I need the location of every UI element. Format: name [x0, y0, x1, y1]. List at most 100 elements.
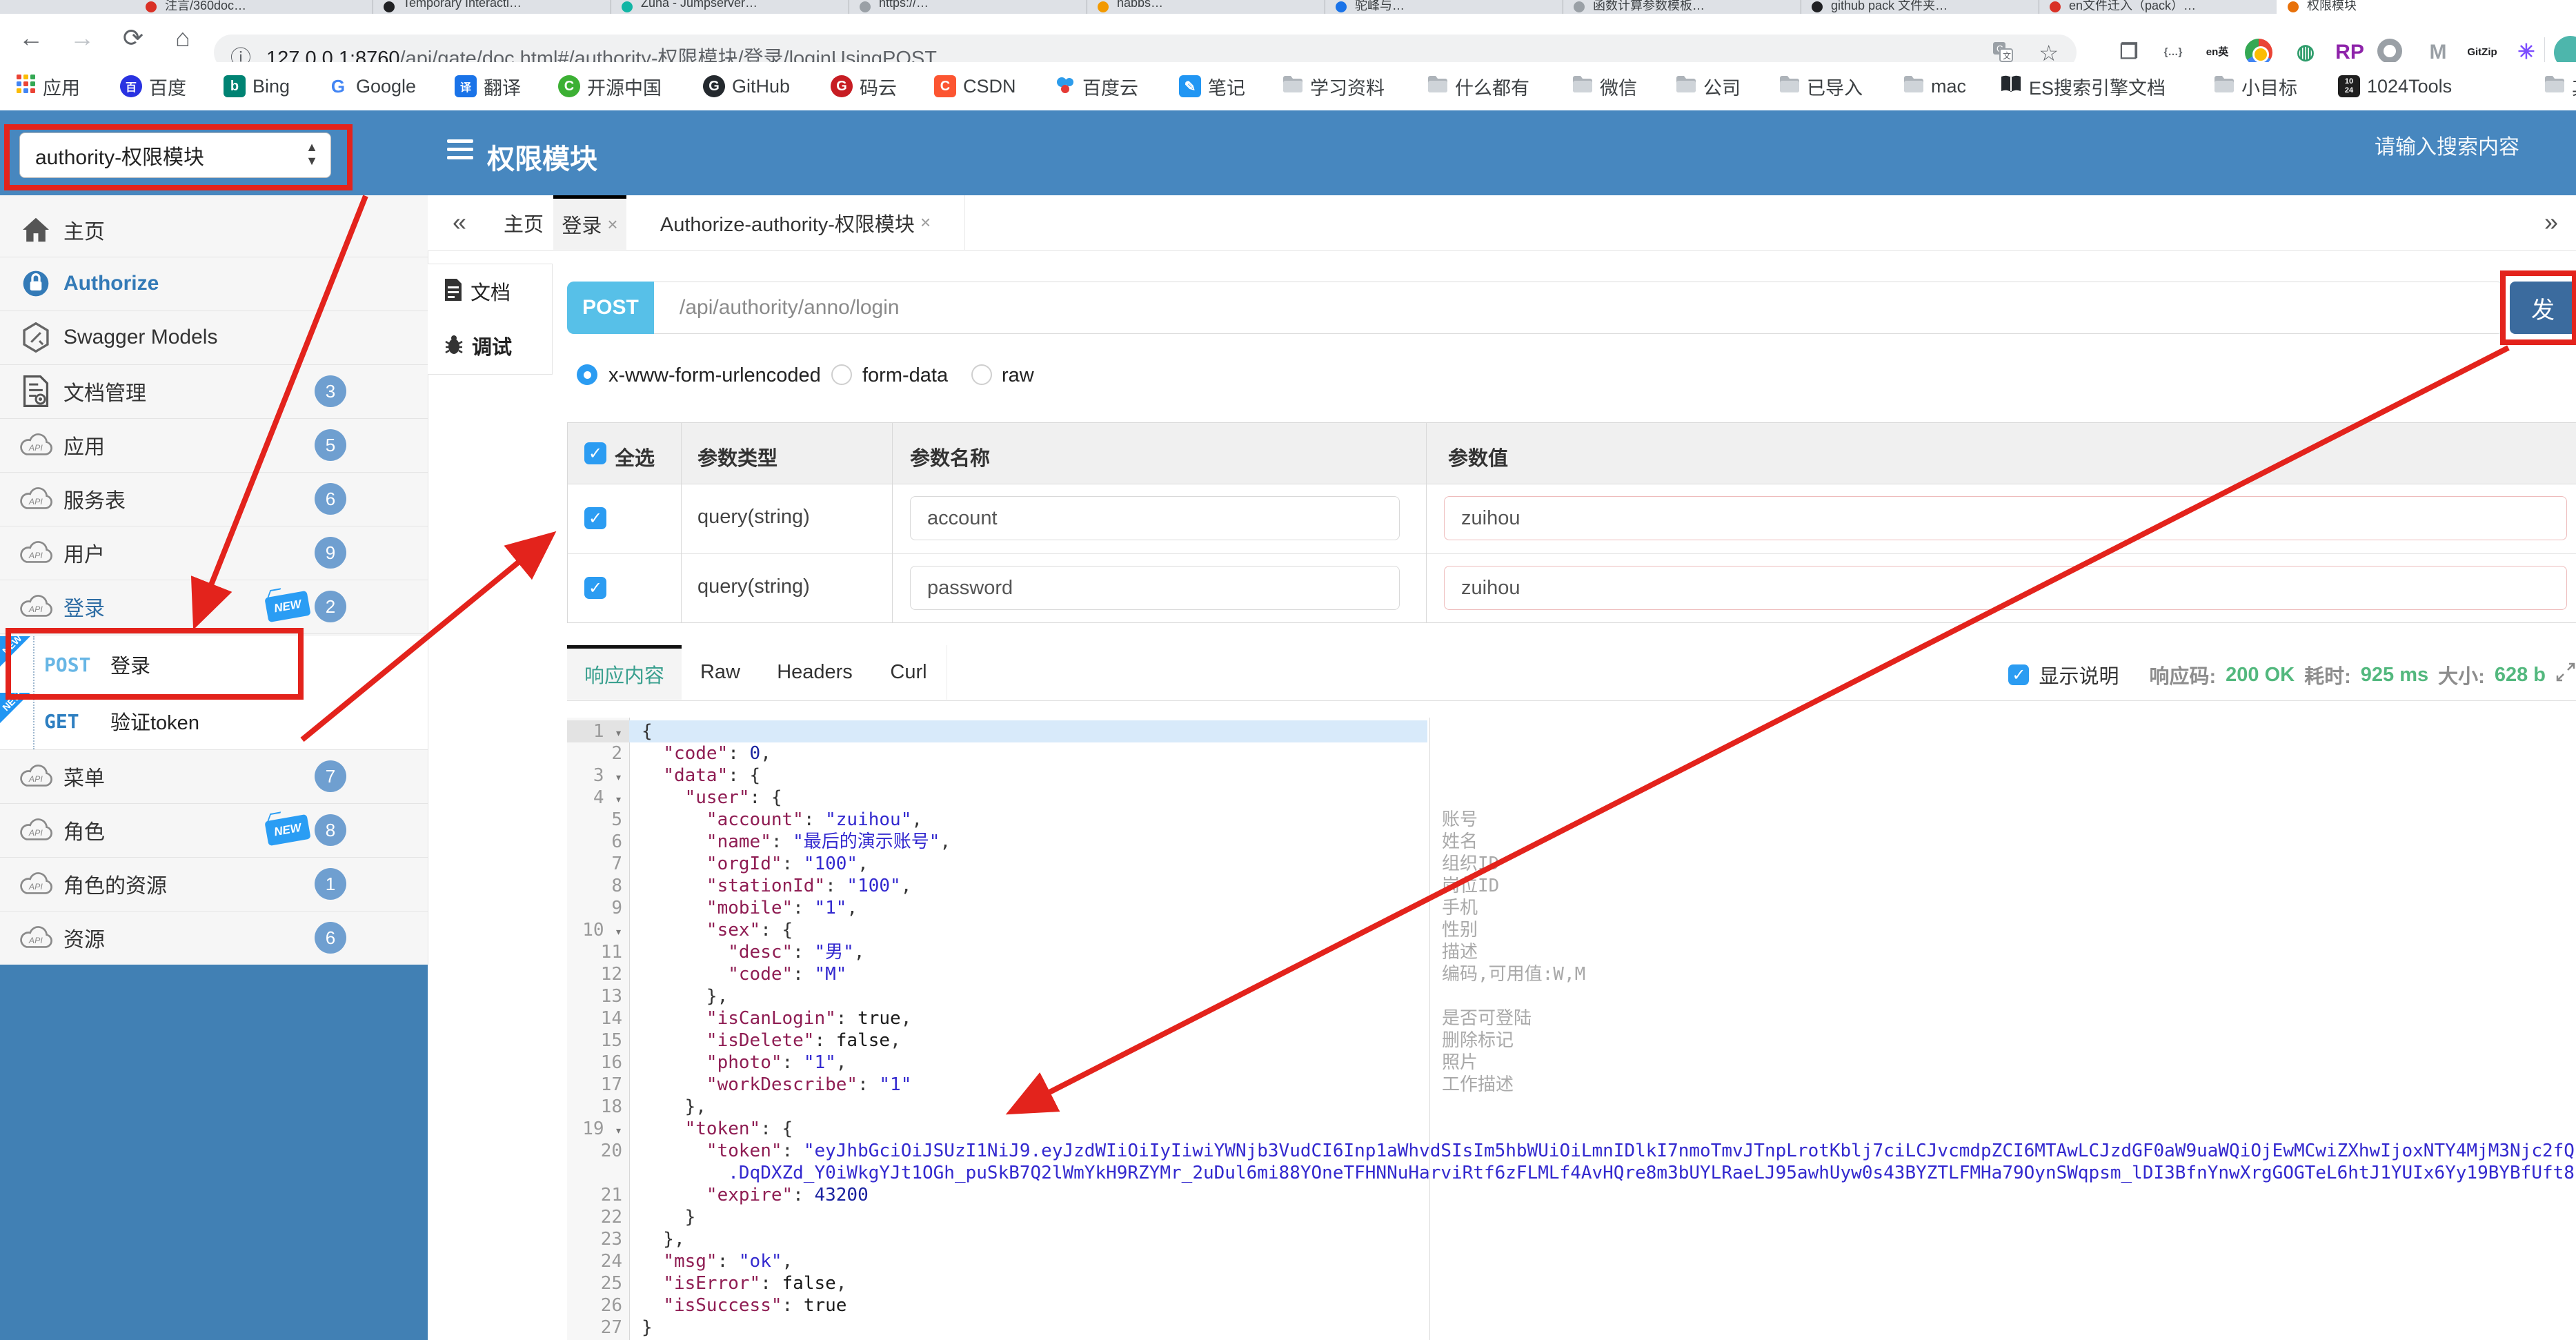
- radio-raw[interactable]: [971, 364, 992, 385]
- param-value-input[interactable]: [1444, 496, 2567, 540]
- cloud-icon: API: [18, 817, 54, 843]
- bookmark-item[interactable]: 10 24 1024Tools: [2338, 74, 2452, 99]
- bookmark-item[interactable]: 小目标: [2214, 74, 2297, 99]
- svg-text:API: API: [28, 936, 43, 945]
- json-code: },: [642, 986, 729, 1007]
- bookmark-item[interactable]: b Bing: [224, 74, 290, 99]
- sidebar-item-角色[interactable]: API 角色 NEW 8: [0, 803, 428, 858]
- operation-get-验证token[interactable]: NEW GET 验证token: [0, 689, 428, 750]
- browser-tab-label: github pack 文件夹…: [1831, 0, 1948, 12]
- close-tab-icon[interactable]: ×: [920, 212, 931, 233]
- tab-response-content[interactable]: 响应内容: [567, 645, 682, 700]
- reload-button-icon[interactable]: ⟳: [115, 19, 152, 57]
- browser-tab[interactable]: Zuha - Jumpserver…: [611, 0, 849, 14]
- bookmark-item[interactable]: 公司: [1676, 74, 1741, 99]
- sidebar-item-用户[interactable]: API 用户 9: [0, 526, 428, 580]
- operation-post-登录[interactable]: NEW POST 登录: [0, 633, 428, 693]
- sidebar-item-应用[interactable]: API 应用 5: [0, 418, 428, 473]
- sidebar-item-主页[interactable]: 主页: [0, 203, 428, 257]
- home-button-icon[interactable]: ⌂: [164, 19, 201, 57]
- nav-doc[interactable]: 文档: [428, 264, 553, 319]
- forward-button-icon[interactable]: →: [63, 19, 101, 57]
- bookmark-item[interactable]: 百度云: [1055, 74, 1138, 99]
- sidebar-item-Swagger Models[interactable]: Swagger Models: [0, 311, 428, 365]
- tab-headers[interactable]: Headers: [759, 645, 871, 700]
- select-all-checkbox[interactable]: ✓: [584, 442, 606, 464]
- sidebar-item-Authorize[interactable]: Authorize: [0, 257, 428, 311]
- bookmark-item[interactable]: C CSDN: [934, 74, 1016, 99]
- tab-curl[interactable]: Curl: [871, 645, 947, 700]
- radio-label[interactable]: raw: [1002, 364, 1034, 387]
- bookmark-item[interactable]: 微信: [1572, 74, 1637, 99]
- browser-tab[interactable]: habbs…: [1087, 0, 1325, 14]
- nav-debug[interactable]: 调试: [428, 317, 553, 375]
- bookmark-item[interactable]: 译翻译: [455, 74, 521, 99]
- json-line: 1 ▾{: [567, 720, 2576, 742]
- tab-favicon-icon: [146, 1, 157, 12]
- note-favicon-icon: ✎: [1179, 75, 1201, 97]
- param-row: ✓ query(string): [568, 484, 2576, 554]
- bookmark-item[interactable]: 什么都有: [1427, 74, 1529, 99]
- bookmark-item[interactable]: 百百度: [120, 74, 186, 99]
- menu-toggle-icon[interactable]: [447, 139, 473, 164]
- sidebar-item-文档管理[interactable]: 文档管理 3: [0, 364, 428, 419]
- tab-authorize[interactable]: Authorize-authority-权限模块 ×: [626, 195, 965, 250]
- search-input[interactable]: [2373, 135, 2562, 160]
- fullscreen-icon[interactable]: [2555, 662, 2576, 688]
- tab-raw[interactable]: Raw: [682, 645, 760, 700]
- expand-tabs-icon[interactable]: »: [2544, 208, 2558, 237]
- browser-tab[interactable]: github pack 文件夹…: [1801, 0, 2039, 14]
- line-number: 4 ▾: [593, 787, 622, 808]
- browser-tab[interactable]: Temporary Interacti…: [373, 0, 611, 14]
- bookmark-item[interactable]: 其: [2544, 74, 2576, 99]
- bookmark-item[interactable]: ES搜索引擎文档: [2000, 74, 2166, 99]
- bookmark-item[interactable]: G 码云: [831, 74, 897, 99]
- sidebar-item-角色的资源[interactable]: API 角色的资源 1: [0, 857, 428, 912]
- radio-x-www-form-urlencoded[interactable]: [577, 364, 597, 385]
- param-name-input[interactable]: [910, 496, 1400, 540]
- bookmark-item[interactable]: mac: [1903, 74, 1966, 99]
- module-select[interactable]: authority-权限模块 ▲ ▼: [19, 132, 331, 178]
- browser-tab[interactable]: 驼峰与…: [1325, 0, 1563, 14]
- radio-label[interactable]: x-www-form-urlencoded: [608, 364, 821, 387]
- sidebar-item-菜单[interactable]: API 菜单 7: [0, 749, 428, 804]
- line-number: 17: [600, 1074, 622, 1095]
- browser-tab[interactable]: https://…: [849, 0, 1087, 14]
- tab-favicon-icon: [2050, 1, 2061, 12]
- tab-favicon-icon: [1098, 1, 1109, 12]
- radio-form-data[interactable]: [831, 364, 852, 385]
- json-code: "isDelete": false,: [706, 1030, 901, 1051]
- bookmark-item[interactable]: 应用: [17, 74, 80, 99]
- bookmark-item[interactable]: G GitHub: [703, 74, 790, 99]
- bookmark-item[interactable]: G Google: [327, 74, 416, 99]
- svg-text:API: API: [28, 774, 43, 784]
- sidebar-item-资源[interactable]: API 资源 6: [0, 911, 428, 965]
- sidebar-item-登录[interactable]: API 登录 NEW 2: [0, 580, 428, 634]
- browser-tab[interactable]: en文件迁入（pack）…: [2039, 0, 2277, 14]
- ring-extension-icon[interactable]: [2377, 39, 2402, 63]
- radio-label[interactable]: form-data: [862, 364, 948, 387]
- browser-tab[interactable]: 注言/360doc…: [135, 0, 373, 14]
- collapse-tabs-icon[interactable]: «: [453, 208, 466, 237]
- show-description-checkbox[interactable]: ✓: [2008, 664, 2030, 685]
- param-value-input[interactable]: [1444, 566, 2567, 610]
- line-number: 3 ▾: [593, 765, 622, 786]
- param-name-input[interactable]: [910, 566, 1400, 610]
- close-tab-icon[interactable]: ×: [607, 214, 617, 235]
- tab-login[interactable]: 登录 ×: [553, 195, 626, 250]
- bookmark-item[interactable]: ✎ 笔记: [1179, 74, 1245, 99]
- send-button[interactable]: 发: [2510, 282, 2576, 334]
- browser-tab[interactable]: 函数计算参数模板…: [1563, 0, 1801, 14]
- folder-favicon-icon: [1572, 75, 1593, 98]
- tab-home[interactable]: 主页: [494, 195, 553, 250]
- bookmark-item[interactable]: 已导入: [1779, 74, 1863, 99]
- bookmark-item[interactable]: 学习资料: [1282, 74, 1385, 99]
- back-button-icon[interactable]: ←: [12, 19, 50, 57]
- sidebar-item-服务表[interactable]: API 服务表 6: [0, 472, 428, 526]
- bookmark-item[interactable]: C 开源中国: [558, 74, 662, 99]
- browser-tab[interactable]: 权限模块: [2277, 0, 2576, 14]
- row-checkbox[interactable]: ✓: [584, 507, 606, 529]
- cloud-icon: API: [18, 486, 54, 512]
- row-checkbox[interactable]: ✓: [584, 577, 606, 599]
- browser-tab-label: Temporary Interacti…: [403, 0, 522, 10]
